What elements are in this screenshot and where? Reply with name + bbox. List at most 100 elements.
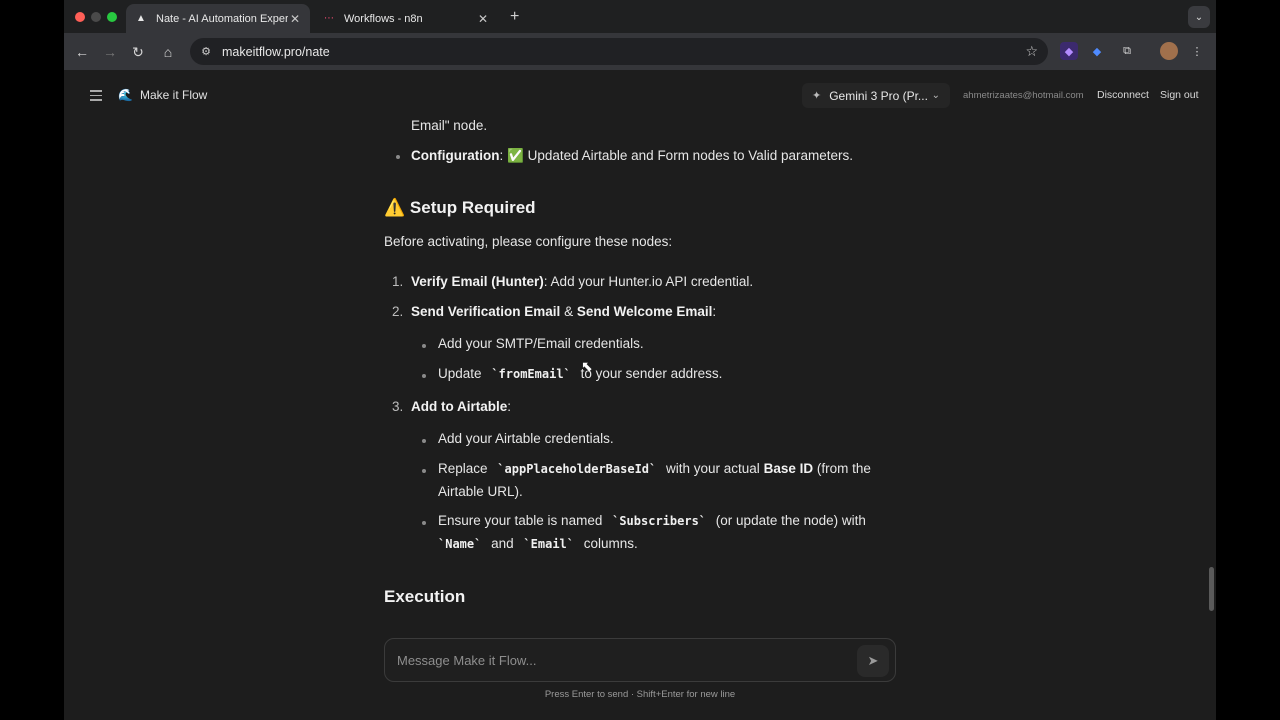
setup-heading: ⚠️ Setup Required [384, 198, 536, 218]
send-button[interactable]: ➤ [857, 645, 889, 677]
execution-heading: Execution [384, 587, 465, 607]
text: (from the [816, 461, 871, 476]
close-tab-icon[interactable]: ✕ [288, 12, 302, 26]
reload-icon[interactable]: ↻ [128, 42, 148, 62]
step-3-title: Add to Airtable [411, 399, 508, 414]
bullet-dot [422, 439, 426, 443]
step-3-sub-2: Replace `appPlaceholderBaseId` with your… [438, 461, 871, 476]
profile-avatar[interactable] [1160, 42, 1178, 60]
text: Replace [438, 461, 488, 476]
step-2: Send Verification Email & Send Welcome E… [411, 304, 716, 319]
step-3-sub-1: Add your Airtable credentials. [438, 431, 614, 446]
bullet-dot [396, 155, 400, 159]
message-composer: ➤ [384, 638, 896, 682]
site-settings-icon[interactable]: ⚙ [198, 45, 214, 58]
sign-out-link[interactable]: Sign out [1160, 89, 1199, 101]
message-input[interactable] [397, 649, 837, 671]
user-email: ahmetrizaates@hotmail.com [963, 90, 1084, 101]
n8n-logo-icon: ⋯ [324, 13, 334, 24]
mouse-cursor-icon: ⬉ [581, 358, 593, 374]
composer-hint: Press Enter to send · Shift+Enter for ne… [544, 689, 736, 700]
tab-strip: ▲ Nate - AI Automation Expert ✕ ⋯ Workfl… [64, 0, 1216, 33]
ampersand: & [564, 304, 574, 319]
code-Subscribers: `Subscribers` [612, 514, 707, 528]
step-2-sub-1: Add your SMTP/Email credentials. [438, 336, 644, 351]
forward-arrow-icon[interactable]: → [100, 42, 120, 62]
setup-intro: Before activating, please configure thes… [384, 234, 673, 249]
step-3-sub-2-line2: Airtable URL). [438, 484, 523, 499]
maximize-window-button[interactable] [107, 12, 117, 22]
text: (or update the node) with [715, 513, 866, 528]
chevron-down-icon: ⌄ [931, 90, 940, 101]
brand-name: Make it Flow [140, 88, 208, 102]
extensions-puzzle-icon[interactable]: ⧉ [1118, 42, 1136, 60]
tab-workflows[interactable]: ⋯ Workflows - n8n ✕ [314, 4, 498, 33]
extension-purple-icon[interactable]: ◆ [1060, 42, 1078, 60]
code-fromEmail: `fromEmail` [491, 367, 571, 381]
bullet-dot [422, 374, 426, 378]
code-Email: `Email` [523, 537, 574, 551]
config-item: Configuration: ✅ Updated Airtable and Fo… [411, 148, 853, 164]
tab-search-chevron-icon[interactable]: ⌄ [1188, 6, 1210, 28]
check-icon: ✅ [507, 148, 524, 163]
step-3-sub-3: Ensure your table is named `Subscribers`… [438, 513, 866, 528]
heading-text: Execution [384, 587, 466, 606]
wave-logo-icon: 🌊 [118, 88, 133, 102]
heading-text: Setup Required [409, 198, 536, 217]
text: and [491, 536, 514, 551]
minimize-window-button[interactable] [91, 12, 101, 22]
browser-window: ▲ Nate - AI Automation Expert ✕ ⋯ Workfl… [64, 0, 1216, 720]
model-name: Gemini 3 Pro (Pr... [829, 88, 928, 103]
text-line: Email" node. [411, 118, 488, 133]
list-number: 3. [392, 399, 404, 414]
model-selector[interactable]: ✦ Gemini 3 Pro (Pr... ⌄ [802, 83, 950, 108]
step-3: Add to Airtable: [411, 399, 511, 414]
text: to your sender address. [580, 366, 723, 381]
tab-title: Workflows - n8n [344, 12, 423, 25]
text: columns. [583, 536, 638, 551]
scrollbar-thumb[interactable] [1209, 567, 1214, 611]
extension-tag-icon[interactable]: ◆ [1088, 42, 1106, 60]
step-3-sub-3-line2: `Name` and `Email` columns. [438, 536, 638, 551]
text: Update [438, 366, 482, 381]
close-window-button[interactable] [75, 12, 85, 22]
browser-toolbar: ← → ↻ ⌂ ⚙ makeitflow.pro/nate ☆ ◆ ◆ ⧉ ⋮ [64, 33, 1216, 70]
list-number: 2. [392, 304, 404, 319]
bullet-dot [422, 469, 426, 473]
menu-icon[interactable] [90, 90, 102, 101]
app-header: 🌊 Make it Flow ✦ Gemini 3 Pro (Pr... ⌄ a… [64, 70, 1216, 121]
base-id-bold: Base ID [763, 461, 814, 476]
home-icon[interactable]: ⌂ [158, 42, 178, 62]
step-2-title-b: Send Welcome Email [576, 304, 713, 319]
url-text: makeitflow.pro/nate [222, 44, 330, 59]
code-appPlaceholderBaseId: `appPlaceholderBaseId` [497, 462, 657, 476]
step-1-title: Verify Email (Hunter) [411, 274, 544, 289]
list-number: 1. [392, 274, 404, 289]
text: with your actual [666, 461, 760, 476]
config-label: Configuration [411, 148, 500, 163]
bookmark-star-icon[interactable]: ☆ [1025, 43, 1038, 60]
config-text: Updated Airtable and Form nodes to Valid… [527, 148, 854, 163]
back-arrow-icon[interactable]: ← [72, 42, 92, 62]
code-Name: `Name` [438, 537, 482, 551]
colon: : [507, 399, 512, 414]
colon: : [712, 304, 717, 319]
disconnect-link[interactable]: Disconnect [1097, 89, 1149, 101]
step-1: Verify Email (Hunter): Add your Hunter.i… [411, 274, 753, 289]
warning-icon: ⚠️ [384, 198, 406, 217]
sparkle-icon: ✦ [812, 90, 822, 102]
step-1-text: : Add your Hunter.io API credential. [543, 274, 754, 289]
address-bar[interactable]: ⚙ makeitflow.pro/nate ☆ [190, 38, 1048, 65]
triangle-logo-icon: ▲ [136, 13, 146, 24]
colon: : [499, 148, 504, 163]
text: Ensure your table is named [438, 513, 603, 528]
tab-title: Nate - AI Automation Expert [156, 12, 288, 25]
tab-nate[interactable]: ▲ Nate - AI Automation Expert ✕ [126, 4, 310, 33]
close-tab-icon[interactable]: ✕ [476, 12, 490, 26]
brand[interactable]: 🌊 Make it Flow [118, 88, 207, 102]
browser-menu-icon[interactable]: ⋮ [1188, 42, 1206, 60]
step-2-title-a: Send Verification Email [411, 304, 561, 319]
send-arrow-icon: ➤ [867, 653, 879, 668]
bullet-dot [422, 521, 426, 525]
new-tab-icon[interactable]: + [510, 8, 519, 26]
